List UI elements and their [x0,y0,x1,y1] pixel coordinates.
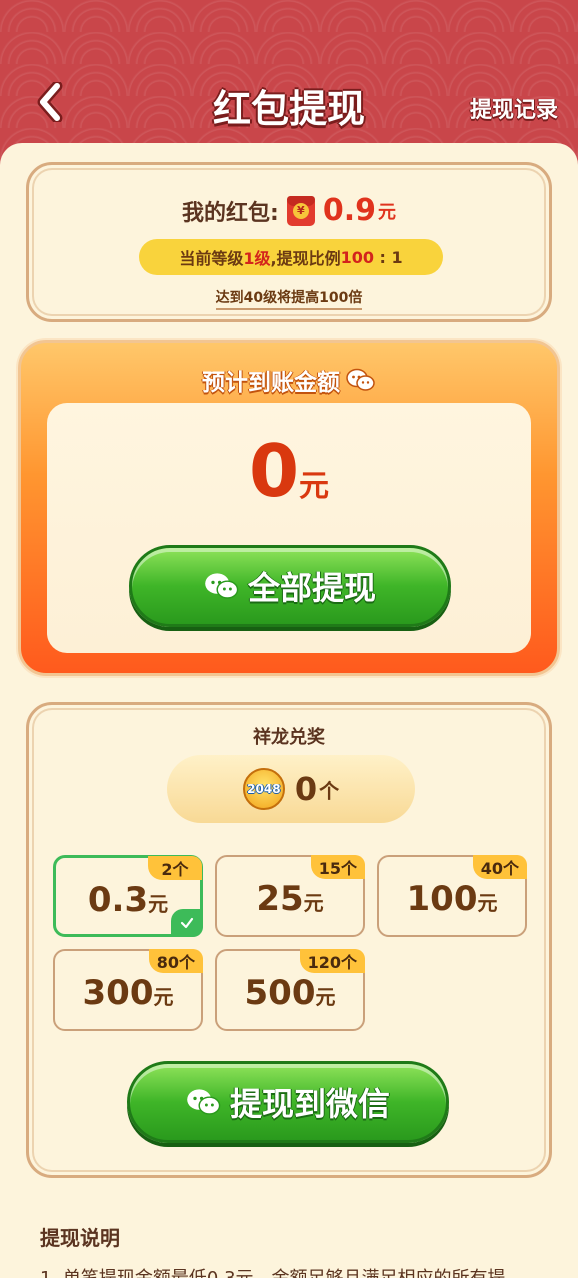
token-unit: 个 [319,778,340,803]
option-unit: 元 [315,985,336,1009]
option-amount: 100 [406,879,478,919]
option-value: 25元 [217,879,363,919]
withdraw-to-wechat-label: 提现到微信 [229,1085,390,1123]
check-icon [171,909,203,937]
withdraw-all-button[interactable]: 全部提现 [129,545,451,627]
option-cost-badge: 120个 [299,949,365,973]
balance-unit: 元 [377,201,396,223]
exchange-title: 祥龙兑奖 [253,727,325,748]
option-amount: 0.3 [87,880,149,920]
exchange-option-3[interactable]: 40个 100元 [377,855,527,937]
option-cost-badge: 80个 [148,949,203,973]
withdraw-to-wechat-button[interactable]: 提现到微信 [127,1061,449,1143]
dragon-exchange-card: 祥龙兑奖 2048 0 个 2个 0.3元 15个 25元 40个 100元 8… [26,702,552,1178]
withdraw-history-link[interactable]: 提现记录 [470,92,558,124]
option-amount: 25 [256,879,304,919]
exchange-option-1[interactable]: 2个 0.3元 [53,855,203,937]
level-prefix: 当前等级 [179,249,244,268]
withdraw-all-label: 全部提现 [247,569,376,607]
level-value: 1级 [243,249,271,268]
balance-row: 我的红包: ¥ 0.9 元 [29,193,549,228]
balance-amount: 0.9 [322,193,376,228]
estimated-payout-card: 预计到账金额 0元 全部提现 [18,340,560,676]
payout-amount-value: 0 [248,429,300,513]
balance-card: 我的红包: ¥ 0.9 元 当前等级 1级 ,提现比例 100 : 1 达到40… [26,162,552,322]
exchange-option-5[interactable]: 120个 500元 [215,949,365,1031]
token-balance: 2048 0 个 [167,755,415,823]
level-hint-text: 达到40级将提高100倍 [215,290,363,310]
wechat-icon [187,1089,221,1115]
ratio-value: 100 [340,247,374,267]
option-amount: 500 [244,973,316,1013]
payout-panel: 0元 全部提现 [47,403,531,653]
payout-amount: 0元 [47,429,531,513]
option-cost-badge: 2个 [148,856,202,880]
balance-label: 我的红包: [182,200,279,226]
option-unit: 元 [477,891,498,915]
ratio-suffix: : 1 [373,247,403,267]
level-badge: 当前等级 1级 ,提现比例 100 : 1 [139,239,443,275]
exchange-option-4[interactable]: 80个 300元 [53,949,203,1031]
option-amount: 300 [82,973,154,1013]
option-value: 100元 [379,879,525,919]
option-unit: 元 [303,891,324,915]
notes-title: 提现说明 [40,1226,120,1250]
payout-title-row: 预计到账金额 [21,363,557,397]
ratio-label: ,提现比例 [270,249,341,268]
exchange-option-2[interactable]: 15个 25元 [215,855,365,937]
option-cost-badge: 40个 [472,855,527,879]
level-hint[interactable]: 达到40级将提高100倍 [29,287,549,310]
red-packet-icon: ¥ [286,195,315,226]
option-value: 300元 [55,973,201,1013]
payout-amount-unit: 元 [299,469,330,504]
option-cost-badge: 15个 [310,855,365,879]
notes-line-1: 1. 单笔提现金额最低0.3元，金额足够且满足相应的所有提 [40,1264,560,1278]
option-unit: 元 [153,985,174,1009]
option-unit: 元 [148,892,169,916]
wechat-icon [346,368,375,391]
option-value: 500元 [217,973,363,1013]
wechat-icon [205,573,239,599]
payout-title: 预计到账金额 [202,370,340,396]
dragon-token-icon: 2048 [242,768,285,810]
token-count: 0 [294,770,318,808]
